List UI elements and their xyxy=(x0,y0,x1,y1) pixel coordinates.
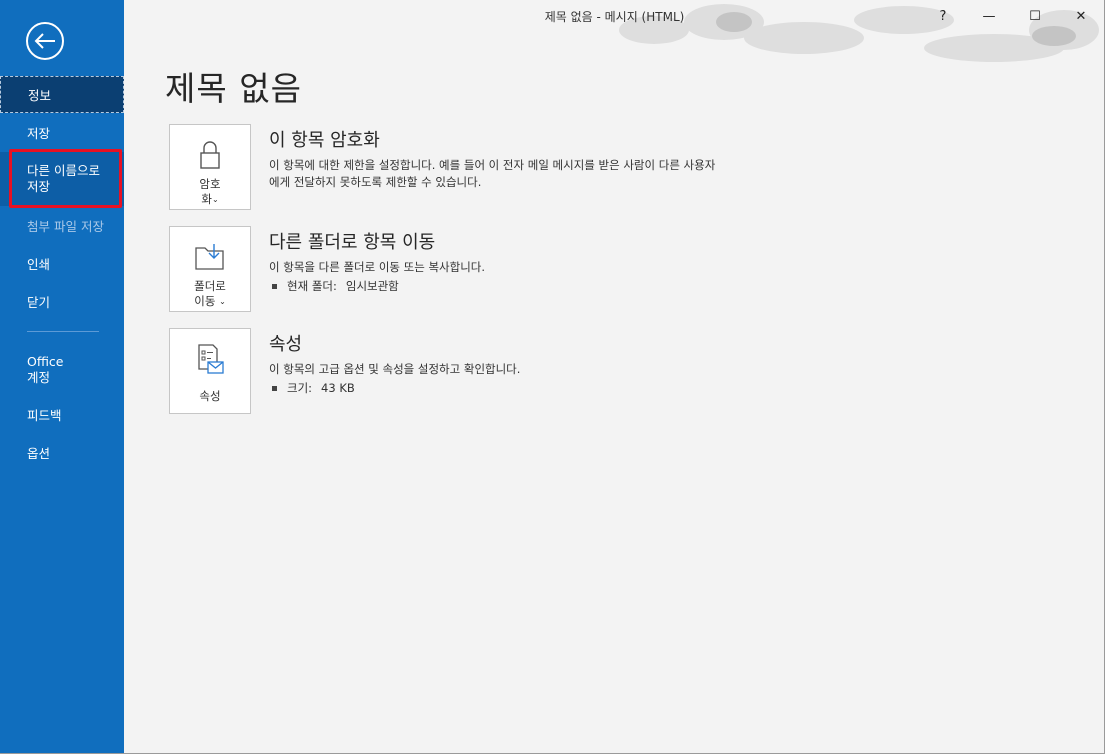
size-info: 크기: 43 KB xyxy=(269,380,719,396)
sidebar-item-print[interactable]: 인쇄 xyxy=(0,245,124,282)
sidebar-item-label: 첨부 파일 저장 xyxy=(27,219,104,234)
title-bar: 제목 없음 - 메시지 (HTML) ? — ☐ ✕ xyxy=(124,0,1105,62)
bullet-value: 43 KB xyxy=(321,381,355,395)
sidebar-item-save-as[interactable]: 다른 이름으로 저장 xyxy=(0,152,124,206)
move-label: 폴더로 이동 ⌄ xyxy=(194,279,226,308)
sidebar-item-label: 저장 xyxy=(27,126,51,141)
close-icon: ✕ xyxy=(1075,8,1087,24)
section-description: 이 항목의 고급 옵션 및 속성을 설정하고 확인합니다. xyxy=(269,362,521,376)
page-title: 제목 없음 xyxy=(165,69,302,108)
sidebar-item-save-attachments[interactable]: 첨부 파일 저장 xyxy=(0,207,124,244)
sidebar-item-label: Office 계정 xyxy=(27,354,64,385)
encrypt-button[interactable]: 암호 화⌄ xyxy=(169,124,251,210)
maximize-button[interactable]: ☐ xyxy=(1012,0,1058,32)
bullet-icon xyxy=(272,385,277,391)
sidebar-item-label: 다른 이름으로 저장 xyxy=(27,163,100,194)
properties-button[interactable]: 속성 xyxy=(169,328,251,414)
move-to-folder-icon xyxy=(192,239,228,275)
section-description: 이 항목을 다른 폴더로 이동 또는 복사합니다. xyxy=(269,260,486,274)
backstage-sidebar: 정보 저장 다른 이름으로 저장 첨부 파일 저장 인쇄 닫기 Office 계… xyxy=(0,0,124,754)
close-button[interactable]: ✕ xyxy=(1058,0,1104,32)
move-section: 다른 폴더로 항목 이동 이 항목을 다른 폴더로 이동 또는 복사합니다. 현… xyxy=(269,228,719,294)
section-heading: 다른 폴더로 항목 이동 xyxy=(269,232,436,253)
back-button[interactable] xyxy=(26,22,64,60)
encrypt-section: 이 항목 암호화 이 항목에 대한 제한을 설정합니다. 예를 들어 이 전자 … xyxy=(269,126,719,191)
sidebar-item-feedback[interactable]: 피드백 xyxy=(0,396,124,433)
properties-label: 속성 xyxy=(199,389,221,403)
sidebar-item-info[interactable]: 정보 xyxy=(0,76,124,113)
sidebar-item-office-account[interactable]: Office 계정 xyxy=(0,348,124,392)
sidebar-item-label: 인쇄 xyxy=(27,257,51,272)
sidebar-item-close[interactable]: 닫기 xyxy=(0,283,124,320)
help-button[interactable]: ? xyxy=(920,0,966,32)
sidebar-item-label: 닫기 xyxy=(27,295,51,310)
chevron-down-icon: ⌄ xyxy=(211,195,219,204)
properties-icon xyxy=(192,341,228,377)
sidebar-item-save[interactable]: 저장 xyxy=(0,114,124,151)
sidebar-divider xyxy=(27,331,99,332)
sidebar-item-label: 옵션 xyxy=(27,446,51,461)
minimize-icon: — xyxy=(982,8,996,24)
lock-icon xyxy=(192,137,228,173)
help-icon: ? xyxy=(939,8,947,24)
back-arrow-icon xyxy=(34,33,55,49)
move-to-folder-button[interactable]: 폴더로 이동 ⌄ xyxy=(169,226,251,312)
minimize-button[interactable]: — xyxy=(966,0,1012,32)
sidebar-item-label: 정보 xyxy=(28,88,52,103)
bullet-label: 현재 폴더: xyxy=(287,279,337,293)
chevron-down-icon: ⌄ xyxy=(219,297,226,306)
properties-section: 속성 이 항목의 고급 옵션 및 속성을 설정하고 확인합니다. 크기: 43 … xyxy=(269,330,719,396)
section-heading: 속성 xyxy=(269,334,303,355)
bullet-icon xyxy=(272,283,277,289)
maximize-icon: ☐ xyxy=(1029,8,1041,24)
bullet-value: 임시보관함 xyxy=(345,279,399,293)
encrypt-label: 암호 화⌄ xyxy=(199,177,221,206)
sidebar-item-options[interactable]: 옵션 xyxy=(0,434,124,471)
section-description: 이 항목에 대한 제한을 설정합니다. 예를 들어 이 전자 메일 메시지를 받… xyxy=(269,158,716,189)
bullet-label: 크기: xyxy=(287,381,313,395)
current-folder-info: 현재 폴더: 임시보관함 xyxy=(269,278,719,294)
section-heading: 이 항목 암호화 xyxy=(269,130,380,151)
sidebar-item-label: 피드백 xyxy=(27,408,62,423)
